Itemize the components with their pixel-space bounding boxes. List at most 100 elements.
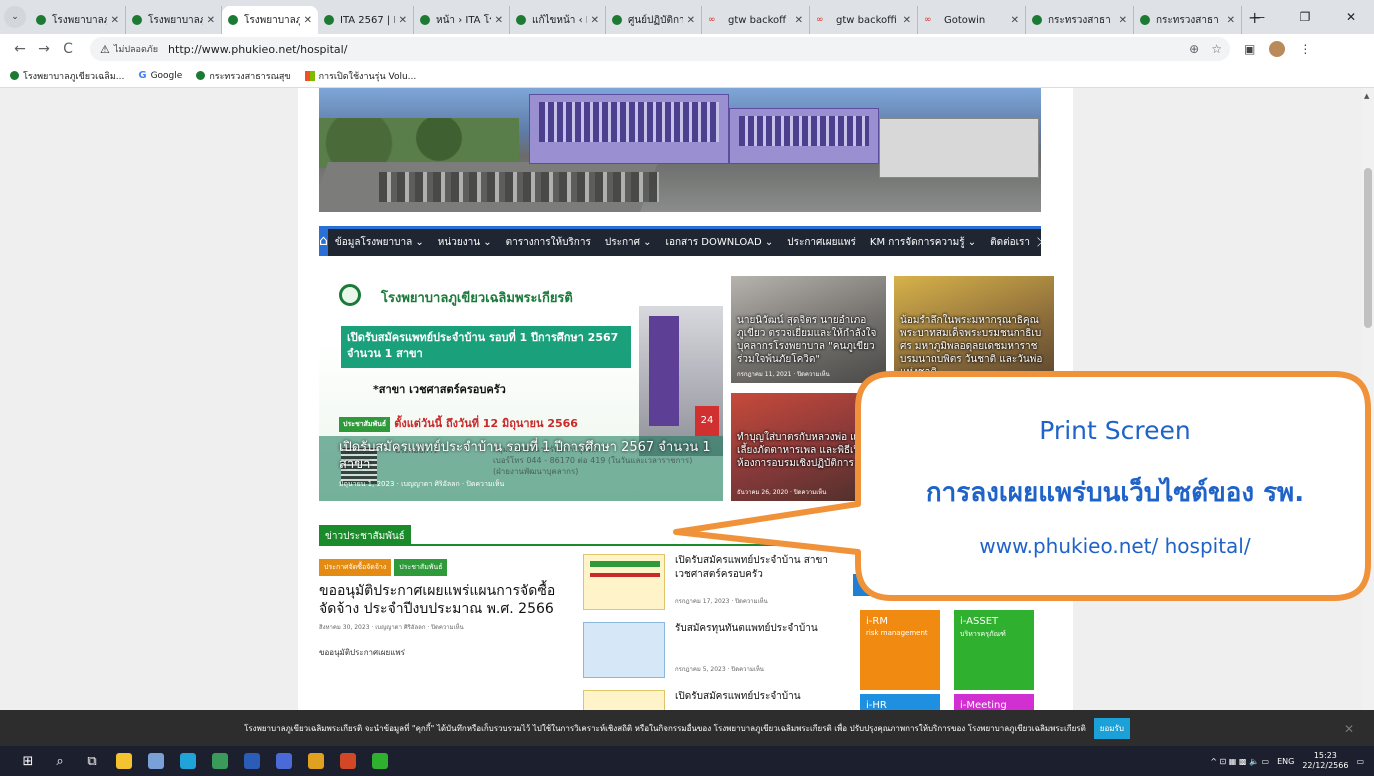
close-tab-icon[interactable]: ✕ <box>207 15 215 26</box>
browser-tab[interactable]: ∞ gtw backoff ✕ <box>702 6 810 34</box>
browser-tab[interactable]: โรงพยาบาลภูเ ✕ <box>126 6 222 34</box>
tile-i-asset[interactable]: i-ASSET บริหารครุภัณฑ์ <box>954 610 1034 690</box>
browser-tab[interactable]: แก้ไขหน้า ‹ IT ✕ <box>510 6 606 34</box>
menu-item-schedule[interactable]: ตารางการให้บริการ <box>499 235 598 250</box>
hospital-favicon-icon <box>612 15 622 25</box>
menu-item-announcements[interactable]: ประกาศ ⌄ <box>598 235 659 250</box>
tile-subtitle: บริหารครุภัณฑ์ <box>960 630 1006 638</box>
address-bar[interactable]: ⚠ ไม่ปลอดภัย http://www.phukieo.net/hosp… <box>90 37 1230 61</box>
zoom-icon[interactable]: ⊕ <box>1189 42 1199 56</box>
tray-icons[interactable]: ^ ⊡ ▦ ▩ 🔈 ▭ <box>1210 757 1269 766</box>
start-icon[interactable]: ⊞ <box>12 746 44 776</box>
warning-icon[interactable]: ⚠ <box>100 43 110 56</box>
tile-i-hr[interactable]: i-HR <box>860 694 940 710</box>
menu-item-contact[interactable]: ติดต่อเรา <box>983 235 1037 250</box>
bookmark-star-icon[interactable]: ☆ <box>1211 42 1222 56</box>
tab-search-icon[interactable]: ⌄ <box>4 6 26 28</box>
close-tab-icon[interactable]: ✕ <box>1011 15 1019 26</box>
photos-icon[interactable] <box>204 746 236 776</box>
notification-icon[interactable]: ▭ <box>1356 757 1364 766</box>
app-glyph <box>276 753 292 769</box>
search-icon[interactable]: ⌕ <box>44 746 76 776</box>
browser-tab[interactable]: โรงพยาบาลภูเ ✕ <box>222 6 318 34</box>
browser-tab[interactable]: ∞ gtw backoffi ✕ <box>810 6 918 34</box>
hospital-favicon-icon <box>420 15 430 25</box>
word-icon[interactable] <box>236 746 268 776</box>
bookmark-volume-activation[interactable]: การเปิดใช้งานรุ่น Volu... <box>304 69 416 83</box>
profile-avatar[interactable] <box>1269 41 1286 57</box>
home-icon[interactable]: ⌂ <box>319 226 328 256</box>
tile-i-meeting[interactable]: i-Meeting <box>954 694 1034 710</box>
language-indicator[interactable]: ENG <box>1277 757 1294 766</box>
windows-taskbar: ⊞ ⌕ ⧉ ^ ⊡ ▦ ▩ 🔈 ▭ ENG 15:23 22/12/2566 ▭ <box>0 746 1374 776</box>
menu-item-km[interactable]: KM การจัดการความรู้ ⌄ <box>863 235 983 250</box>
news-title[interactable]: รับสมัครทุนทันตแพทย์ประจำบ้าน <box>675 622 835 636</box>
close-tab-icon[interactable]: ✕ <box>399 15 407 26</box>
close-tab-icon[interactable]: ✕ <box>495 15 503 26</box>
news-title[interactable]: เปิดรับสมัครแพทย์ประจำบ้าน <box>675 690 835 704</box>
browser-tab[interactable]: กระทรวงสาธา ✕ <box>1134 6 1242 34</box>
back-button[interactable]: ← <box>8 41 32 57</box>
chrome-icon[interactable] <box>300 746 332 776</box>
news-list-item[interactable]: รับสมัครทุนทันตแพทย์ประจำบ้าน กรกฎาคม 5,… <box>583 622 833 680</box>
tag-pr[interactable]: ประชาสัมพันธ์ <box>394 559 448 576</box>
reload-button[interactable]: C <box>56 41 80 57</box>
security-label[interactable]: ไม่ปลอดภัย <box>114 42 158 56</box>
browser-tab[interactable]: ∞ Gotowin ✕ <box>918 6 1026 34</box>
minimize-button[interactable]: — <box>1236 10 1282 24</box>
close-tab-icon[interactable]: ✕ <box>1119 15 1127 26</box>
close-tab-icon[interactable]: ✕ <box>1227 15 1235 26</box>
powerpoint-icon[interactable] <box>332 746 364 776</box>
cookie-close-icon[interactable]: ✕ <box>1344 722 1354 736</box>
forward-button[interactable]: → <box>32 41 56 57</box>
clock[interactable]: 15:23 22/12/2566 <box>1302 751 1348 771</box>
browser-menu-icon[interactable]: ⋮ <box>1299 42 1311 56</box>
close-window-button[interactable]: ✕ <box>1328 10 1374 24</box>
line-icon[interactable] <box>364 746 396 776</box>
close-tab-icon[interactable]: ✕ <box>111 15 119 26</box>
close-tab-icon[interactable]: ✕ <box>903 15 911 26</box>
news-thumbnail[interactable] <box>583 554 665 610</box>
tag-procurement[interactable]: ประกาศจัดซื้อจัดจ้าง <box>319 559 392 576</box>
section-title: ข่าวประชาสัมพันธ์ <box>319 525 411 545</box>
file-explorer-icon[interactable] <box>108 746 140 776</box>
close-tab-icon[interactable]: ✕ <box>304 15 312 26</box>
cookie-accept-button[interactable]: ยอมรับ <box>1093 717 1130 739</box>
scrollbar-thumb[interactable] <box>1364 168 1372 328</box>
browser-tab[interactable]: ศูนย์ปฏิบัติการ ✕ <box>606 6 702 34</box>
callout-line-1: Print Screen <box>1039 416 1191 445</box>
browser-tab[interactable]: กระทรวงสาธา ✕ <box>1026 6 1134 34</box>
pr-tag[interactable]: ประชาสัมพันธ์ <box>339 416 391 432</box>
copilot-icon[interactable] <box>268 746 300 776</box>
bookmark-label: Google <box>150 70 183 81</box>
news-list-item[interactable]: เปิดรับสมัครแพทย์ประจำบ้าน <box>583 690 833 710</box>
news-thumbnail[interactable] <box>583 622 665 678</box>
url-text[interactable]: http://www.phukieo.net/hospital/ <box>168 43 347 56</box>
menu-item-publications[interactable]: ประกาศเผยแพร่ <box>780 235 863 250</box>
shuffle-icon[interactable]: ⤮ <box>1037 235 1047 250</box>
tile-i-rm[interactable]: i-RM risk management <box>860 610 940 690</box>
maximize-button[interactable]: ❐ <box>1282 10 1328 24</box>
browser-tab[interactable]: ITA 2567 | IT ✕ <box>318 6 414 34</box>
close-tab-icon[interactable]: ✕ <box>591 15 599 26</box>
side-panel-icon[interactable]: ▣ <box>1244 42 1255 56</box>
paint-icon[interactable] <box>140 746 172 776</box>
bookmark-hospital[interactable]: โรงพยาบาลภูเขียวเฉลิม... <box>10 69 124 83</box>
task-view-icon[interactable]: ⧉ <box>76 746 108 776</box>
menu-item-departments[interactable]: หน่วยงาน ⌄ <box>431 235 499 250</box>
featured-news-title[interactable]: ขออนุมัติประกาศเผยแพร่แผนการจัดซื้อจัดจ้… <box>319 582 571 618</box>
scroll-up-icon[interactable]: ▲ <box>1364 92 1369 100</box>
browser-tab[interactable]: หน้า › ITA โร ✕ <box>414 6 510 34</box>
callout-line-2: การลงเผยแพร่บนเว็บไซต์ของ รพ. <box>925 478 1305 508</box>
bookmark-google[interactable]: G Google <box>138 70 182 81</box>
menu-item-downloads[interactable]: เอกสาร DOWNLOAD ⌄ <box>659 235 781 250</box>
side-post-title[interactable]: นายนิวัฒน์ สุดจิตร นายอำเภอภูเขียว ตรวจเ… <box>737 314 880 366</box>
menu-item-hospital-info[interactable]: ข้อมูลโรงพยาบาล ⌄ <box>328 235 431 250</box>
news-thumbnail[interactable] <box>583 690 665 710</box>
close-tab-icon[interactable]: ✕ <box>687 15 695 26</box>
browser-tab[interactable]: โรงพยาบาลภูเ ✕ <box>30 6 126 34</box>
bookmark-moph[interactable]: กระทรวงสาธารณสุข <box>196 69 291 83</box>
edge-icon[interactable] <box>172 746 204 776</box>
cookie-consent-bar: โรงพยาบาลภูเขียวเฉลิมพระเกียรติ จะนำข้อม… <box>0 710 1374 746</box>
close-tab-icon[interactable]: ✕ <box>795 15 803 26</box>
